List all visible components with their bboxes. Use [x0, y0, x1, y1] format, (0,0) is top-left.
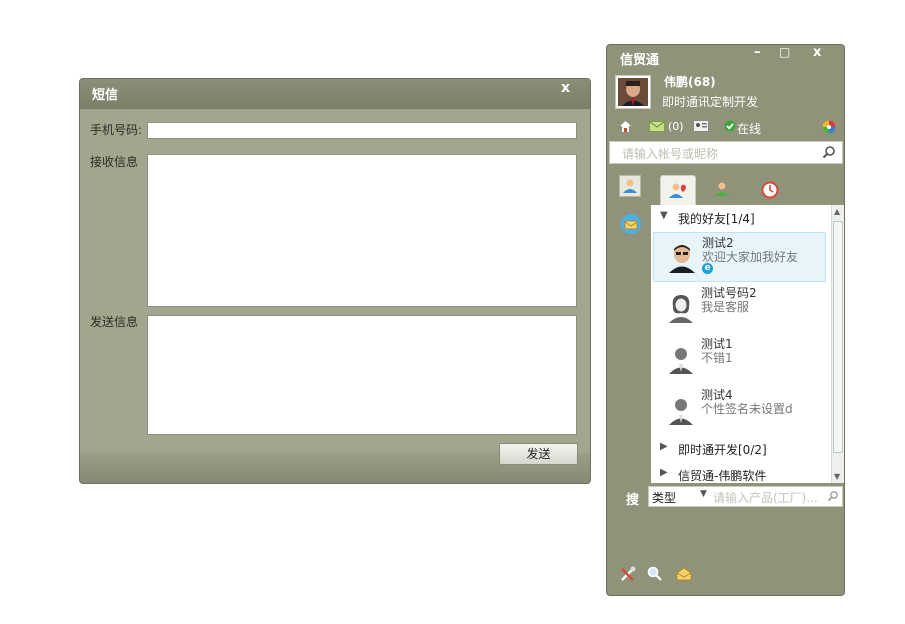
im-close-button[interactable]: x	[813, 45, 821, 60]
scroll-up-arrow-icon[interactable]: ▲	[834, 207, 840, 216]
ie-badge-icon[interactable]: e	[702, 263, 713, 274]
contact-list: ▼ 我的好友[1/4] 测试2 欢迎大家加我好友 e 测试号码2 我是客服 测试…	[651, 205, 844, 483]
user-avatar[interactable]	[615, 75, 651, 109]
type-select[interactable]: 类型	[652, 489, 676, 506]
chevron-down-icon[interactable]: ▼	[700, 489, 707, 499]
group-icon	[715, 182, 729, 196]
contact-card-icon[interactable]	[693, 120, 709, 135]
group-row[interactable]: ▶ 信贸通-伟鹏软件	[651, 467, 831, 483]
friend-avatar-icon	[669, 245, 695, 273]
sms-window: 短信 x 手机号码: 接收信息 发送信息 发送	[79, 78, 591, 484]
friends-icon	[669, 183, 686, 198]
user-signature[interactable]: 即时通讯定制开发	[662, 93, 758, 110]
contact-list-scrollbar[interactable]: ▲ ▼	[831, 205, 844, 483]
receive-label: 接收信息	[90, 155, 139, 169]
sms-close-button[interactable]: x	[561, 80, 570, 96]
send-message-label: 发送信息	[90, 315, 139, 329]
contact-search-input[interactable]: 请输入帐号或昵称	[609, 141, 843, 164]
message-box-icon[interactable]	[675, 565, 693, 586]
friend-signature: 不错1	[701, 351, 733, 365]
search-icon[interactable]	[822, 145, 836, 162]
home-icon[interactable]	[619, 120, 632, 136]
user-name[interactable]: 伟鹏(68)	[664, 73, 716, 90]
send-button[interactable]: 发送	[499, 443, 578, 465]
chevron-right-icon[interactable]: ▶	[660, 467, 668, 478]
product-search-box[interactable]: 类型 ▼ 请输入产品(工厂)...	[648, 486, 843, 507]
friend-signature: 欢迎大家加我好友	[702, 250, 799, 264]
mail-count[interactable]: (0)	[668, 120, 684, 133]
friend-row[interactable]: 测试号码2 我是客服	[653, 283, 826, 333]
tab-group[interactable]	[704, 175, 740, 205]
product-search-placeholder[interactable]: 请输入产品(工厂)...	[713, 489, 818, 506]
sms-title-bar[interactable]: 短信 x	[80, 79, 590, 109]
friend-row[interactable]: 测试2 欢迎大家加我好友 e	[653, 232, 826, 282]
skin-color-icon[interactable]	[822, 120, 836, 137]
phone-label: 手机号码:	[90, 123, 143, 137]
male-avatar-icon	[669, 399, 693, 425]
friend-signature: 我是客服	[701, 300, 750, 314]
group-label: 信贸通-伟鹏软件	[678, 469, 767, 483]
group-label: 即时通开发[0/2]	[678, 443, 767, 457]
tab-recent[interactable]	[752, 175, 788, 205]
chevron-down-icon[interactable]: ▼	[660, 210, 668, 221]
group-row[interactable]: ▼ 我的好友[1/4]	[651, 210, 831, 228]
online-status[interactable]: 在线	[737, 120, 761, 137]
contact-search-placeholder: 请输入帐号或昵称	[622, 147, 719, 161]
clock-icon	[761, 181, 779, 199]
sms-title: 短信	[92, 88, 119, 103]
minimize-button[interactable]: –	[754, 45, 761, 60]
search-icon[interactable]	[827, 490, 839, 505]
product-search-label: 搜	[626, 493, 640, 508]
friend-signature: 个性签名未设置d	[701, 402, 793, 416]
chat-bubble-icon[interactable]	[620, 213, 642, 238]
scrollbar-thumb[interactable]	[833, 221, 843, 453]
male-avatar-icon	[669, 348, 693, 374]
contact-tabs	[607, 175, 844, 205]
friend-row[interactable]: 测试4 个性签名未设置d	[653, 385, 826, 435]
group-label: 我的好友[1/4]	[678, 212, 755, 226]
tab-friends[interactable]	[660, 175, 696, 205]
mail-icon[interactable]	[649, 120, 665, 135]
online-check-icon[interactable]	[724, 120, 736, 135]
female-avatar-icon	[669, 295, 693, 323]
im-window: 信贸通 – □ x 伟鹏(68) 即时通讯定制开发 (0) 在线 请输入帐号或昵…	[606, 44, 845, 596]
receive-textarea[interactable]	[147, 154, 577, 307]
user-avatar-icon	[618, 78, 648, 106]
search-icon[interactable]	[646, 565, 664, 586]
friend-row[interactable]: 测试1 不错1	[653, 334, 826, 384]
scroll-down-arrow-icon[interactable]: ▼	[834, 472, 840, 481]
group-row[interactable]: ▶ 即时通开发[0/2]	[651, 441, 831, 459]
im-title: 信贸通	[620, 53, 660, 68]
send-message-textarea[interactable]	[147, 315, 577, 435]
maximize-button[interactable]: □	[779, 45, 790, 59]
chevron-right-icon[interactable]: ▶	[660, 441, 668, 452]
phone-input[interactable]	[147, 122, 577, 139]
status-toolbar: (0) 在线	[617, 120, 841, 136]
bottom-toolbar	[619, 565, 719, 585]
settings-tools-icon[interactable]	[619, 565, 637, 586]
